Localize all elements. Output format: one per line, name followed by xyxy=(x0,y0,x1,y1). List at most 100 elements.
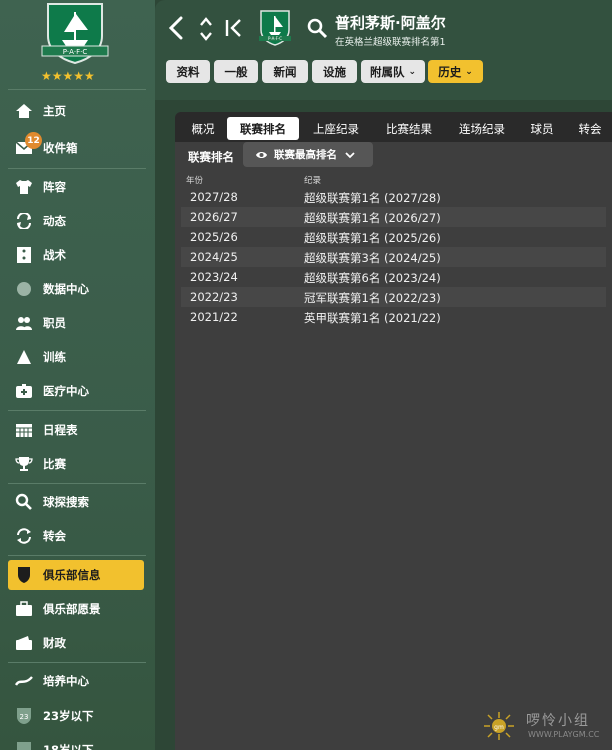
sidebar-item-club-info[interactable]: 俱乐部信息 xyxy=(8,560,144,590)
sidebar-item-label: 23岁以下 xyxy=(43,709,94,723)
sidebar-item-home[interactable]: 主页 xyxy=(8,96,144,126)
table-row[interactable]: 2026/27 超级联赛第1名 (2026/27) xyxy=(181,207,606,227)
button-label: 设施 xyxy=(323,64,346,79)
watermark-text: 啰怜小组 xyxy=(526,713,590,729)
svg-text:23: 23 xyxy=(20,713,29,721)
year-cell: 2025/26 xyxy=(190,230,238,244)
facilities-button[interactable]: 设施 xyxy=(312,60,357,83)
inbox-icon: 12 xyxy=(14,132,42,158)
table-row[interactable]: 2022/23 冠军联赛第1名 (2022/23) xyxy=(181,287,606,307)
sidebar-item-label: 主页 xyxy=(43,104,66,118)
record-type-dropdown[interactable]: 联赛最高排名 xyxy=(243,142,373,167)
news-button[interactable]: 新闻 xyxy=(262,60,308,83)
record-cell: 超级联赛第1名 (2026/27) xyxy=(304,211,441,225)
sidebar-item-finances[interactable]: 财政 xyxy=(8,628,144,658)
staff-icon xyxy=(14,313,34,333)
divider xyxy=(8,555,146,556)
skip-back-icon[interactable] xyxy=(224,18,244,38)
tab-attendance-records[interactable]: 上座纪录 xyxy=(304,117,368,140)
sidebar-item-label: 18岁以下 xyxy=(43,743,94,750)
record-cell: 超级联赛第6名 (2023/24) xyxy=(304,271,441,285)
sidebar-item-medical[interactable]: 医疗中心 xyxy=(8,376,144,406)
sidebar-item-development-centre[interactable]: 培养中心 xyxy=(8,666,144,696)
sidebar-item-competitions[interactable]: 比赛 xyxy=(8,449,144,479)
divider xyxy=(8,168,146,169)
column-header-year[interactable]: 年份 xyxy=(186,174,203,186)
year-cell: 2026/27 xyxy=(190,210,238,224)
tactics-icon xyxy=(14,245,34,265)
sidebar-item-inbox[interactable]: 12 收件箱 xyxy=(8,132,144,163)
transfer-icon xyxy=(14,526,34,546)
svg-text:P·A·F·C: P·A·F·C xyxy=(268,36,282,41)
eye-icon xyxy=(256,151,267,158)
club-shield-icon xyxy=(14,565,34,585)
tab-label: 比赛结果 xyxy=(386,121,432,136)
table-row[interactable]: 2023/24 超级联赛第6名 (2023/24) xyxy=(181,267,606,287)
medical-icon xyxy=(14,381,34,401)
sidebar-item-training[interactable]: 训练 xyxy=(8,342,144,372)
divider xyxy=(8,662,146,663)
sidebar-item-staff[interactable]: 职员 xyxy=(8,308,144,338)
filter-label: 联赛排名 xyxy=(188,150,234,164)
dropdown-value: 联赛最高排名 xyxy=(274,149,337,161)
sidebar-item-schedule[interactable]: 日程表 xyxy=(8,415,144,445)
button-label: 新闻 xyxy=(273,64,297,79)
table-row[interactable]: 2025/26 超级联赛第1名 (2025/26) xyxy=(181,227,606,247)
watermark-logo-icon: gm xyxy=(484,712,514,740)
table-row[interactable]: 2021/22 英甲联赛第1名 (2021/22) xyxy=(181,307,606,327)
chevron-down-icon xyxy=(345,151,355,158)
year-cell: 2022/23 xyxy=(190,290,238,304)
year-cell: 2021/22 xyxy=(190,310,238,324)
sidebar-item-squad[interactable]: 阵容 xyxy=(8,172,144,202)
record-cell: 超级联赛第1名 (2025/26) xyxy=(304,231,441,245)
sidebar-item-label: 比赛 xyxy=(43,457,66,471)
back-arrow-icon[interactable] xyxy=(166,16,186,40)
history-dropdown-button[interactable]: 历史 ⌄ xyxy=(428,60,483,83)
dynamics-icon xyxy=(14,211,34,231)
tab-players[interactable]: 球员 xyxy=(524,117,560,140)
sidebar-item-label: 日程表 xyxy=(43,423,78,437)
tab-overview[interactable]: 概况 xyxy=(183,117,223,140)
sidebar-item-dynamics[interactable]: 动态 xyxy=(8,206,144,236)
tab-transfers[interactable]: 转会 xyxy=(571,117,609,140)
record-cell: 超级联赛第3名 (2024/25) xyxy=(304,251,441,265)
club-crest-icon[interactable]: P·A·F·C xyxy=(40,2,110,64)
sidebar-item-label: 俱乐部愿景 xyxy=(43,602,101,616)
year-cell: 2023/24 xyxy=(190,270,238,284)
sidebar-item-tactics[interactable]: 战术 xyxy=(8,240,144,270)
affiliates-dropdown-button[interactable]: 附属队 ⌄ xyxy=(361,60,425,83)
inbox-count-badge: 12 xyxy=(25,132,42,149)
divider xyxy=(8,89,146,90)
button-label: 历史 xyxy=(438,64,462,79)
sidebar-item-transfers[interactable]: 转会 xyxy=(8,521,144,551)
tab-match-results[interactable]: 比赛结果 xyxy=(377,117,441,140)
tab-runs[interactable]: 连场纪录 xyxy=(450,117,514,140)
sidebar-item-u18[interactable]: 18岁以下 xyxy=(8,735,144,750)
table-row[interactable]: 2024/25 超级联赛第3名 (2024/25) xyxy=(181,247,606,267)
sidebar-item-data-hub[interactable]: 数据中心 xyxy=(8,274,144,304)
calendar-icon xyxy=(14,420,34,440)
record-cell: 英甲联赛第1名 (2021/22) xyxy=(304,311,441,325)
sidebar-item-club-vision[interactable]: 俱乐部愿景 xyxy=(8,594,144,624)
profile-button[interactable]: 资料 xyxy=(166,60,210,83)
chevron-down-icon: ⌄ xyxy=(465,66,473,77)
column-header-record[interactable]: 纪录 xyxy=(304,174,321,186)
search-icon[interactable] xyxy=(306,17,328,39)
button-label: 资料 xyxy=(176,64,200,79)
sidebar-item-label: 动态 xyxy=(43,214,66,228)
u18-icon xyxy=(14,740,34,750)
u23-icon: 23 xyxy=(14,706,34,726)
divider xyxy=(8,483,146,484)
tab-league-positions[interactable]: 联赛排名 xyxy=(227,117,299,140)
button-label: 附属队 xyxy=(369,64,405,79)
sidebar-item-label: 转会 xyxy=(43,529,66,543)
svg-text:gm: gm xyxy=(494,724,504,731)
general-button[interactable]: 一般 xyxy=(214,60,258,83)
sidebar-item-u23[interactable]: 23 23岁以下 xyxy=(8,701,144,731)
training-icon xyxy=(14,347,34,367)
page-subtitle: 在英格兰超级联赛排名第1 xyxy=(335,37,446,48)
table-row[interactable]: 2027/28 超级联赛第1名 (2027/28) xyxy=(181,187,606,207)
sidebar-item-scout-search[interactable]: 球探搜索 xyxy=(8,487,144,517)
up-down-arrows-icon[interactable] xyxy=(197,16,215,42)
finance-icon xyxy=(14,633,34,653)
